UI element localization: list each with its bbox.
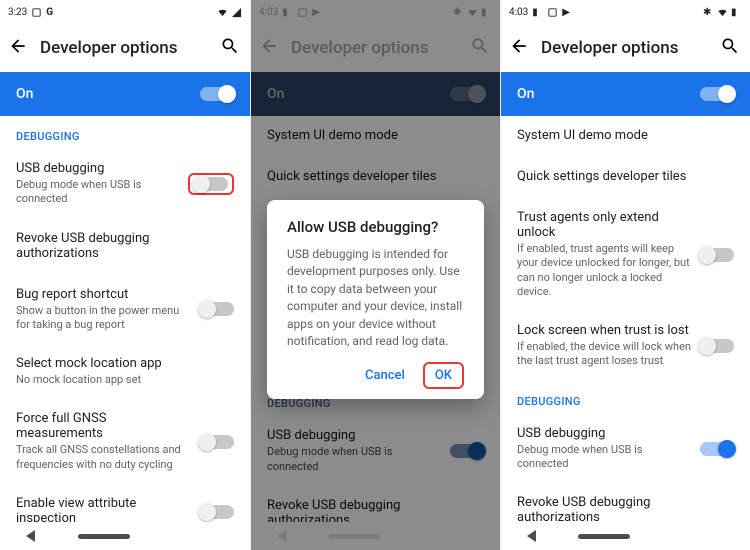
- search-icon[interactable]: [220, 36, 240, 60]
- switch-usb-debugging[interactable]: [700, 442, 734, 456]
- row-demo-mode[interactable]: System UI demo mode: [501, 116, 750, 157]
- nav-back-icon[interactable]: [527, 530, 536, 542]
- master-toggle-label: On: [517, 86, 534, 102]
- battery-icon: ▮: [532, 7, 543, 18]
- row-gnss[interactable]: Force full GNSS measurements Track all G…: [0, 399, 250, 484]
- highlight-usb-toggle: [188, 173, 234, 195]
- row-bug-report-shortcut[interactable]: Bug report shortcut Show a button in the…: [0, 275, 250, 345]
- screenshot-3: 4:03 ▮ ▶ ✱ ▮ Developer options On System…: [500, 0, 750, 550]
- nav-home-pill[interactable]: [578, 534, 630, 539]
- row-view-attr[interactable]: Enable view attribute inspection: [0, 484, 250, 522]
- switch-bug-report[interactable]: [200, 302, 234, 316]
- screenshot-1: 3:23 G Developer options On DEBUGGING US…: [0, 0, 250, 550]
- switch-trust-agents[interactable]: [700, 248, 734, 262]
- back-arrow-icon[interactable]: [8, 36, 28, 60]
- switch-master[interactable]: [200, 87, 234, 101]
- master-toggle-label: On: [16, 86, 33, 102]
- battery-level-icon: ▮: [731, 7, 742, 18]
- switch-view-attr[interactable]: [200, 505, 234, 519]
- cancel-button[interactable]: Cancel: [355, 362, 415, 389]
- master-toggle-bar[interactable]: On: [0, 72, 250, 116]
- play-icon: ▶: [562, 7, 573, 18]
- nav-home-pill[interactable]: [78, 534, 130, 539]
- row-usb-debugging[interactable]: USB debugging Debug mode when USB is con…: [0, 149, 250, 219]
- settings-list[interactable]: System UI demo mode Quick settings devel…: [501, 116, 750, 522]
- switch-lock-trust[interactable]: [700, 339, 734, 353]
- row-trust-agents[interactable]: Trust agents only extend unlock If enabl…: [501, 198, 750, 311]
- dialog-title: Allow USB debugging?: [287, 218, 464, 236]
- app-bar: Developer options: [501, 24, 750, 72]
- signal-icon: [231, 7, 242, 18]
- nav-bar: [501, 522, 750, 550]
- row-qs-dev-tiles[interactable]: Quick settings developer tiles: [501, 157, 750, 198]
- row-usb-debugging[interactable]: USB debugging Debug mode when USB is con…: [501, 414, 750, 484]
- wifi-icon: [217, 7, 228, 18]
- back-arrow-icon[interactable]: [509, 36, 529, 60]
- row-mock-location[interactable]: Select mock location app No mock locatio…: [0, 344, 250, 399]
- row-lock-on-trust-lost[interactable]: Lock screen when trust is lost If enable…: [501, 311, 750, 381]
- nav-back-icon[interactable]: [26, 530, 35, 542]
- ok-button[interactable]: OK: [423, 362, 464, 389]
- dialog-message: USB debugging is intended for developmen…: [287, 246, 464, 350]
- search-icon[interactable]: [720, 36, 740, 60]
- dialog-allow-usb-debugging: Allow USB debugging? USB debugging is in…: [267, 200, 484, 399]
- section-header-debugging: DEBUGGING: [0, 116, 250, 149]
- tab-icon: [31, 7, 42, 18]
- wifi-icon: [717, 7, 728, 18]
- app-bar: Developer options: [0, 24, 250, 72]
- status-bar: 3:23 G: [0, 0, 250, 24]
- switch-usb-debugging[interactable]: [194, 177, 228, 191]
- master-toggle-bar[interactable]: On: [501, 72, 750, 116]
- page-title: Developer options: [40, 38, 177, 58]
- row-revoke-auth[interactable]: Revoke USB debugging authorizations: [0, 219, 250, 275]
- nav-bar: [0, 522, 250, 550]
- status-bar: 4:03 ▮ ▶ ✱ ▮: [501, 0, 750, 24]
- google-g-icon: G: [46, 7, 57, 18]
- switch-master[interactable]: [700, 87, 734, 101]
- tab-icon: [547, 7, 558, 18]
- switch-gnss[interactable]: [200, 435, 234, 449]
- row-revoke-auth[interactable]: Revoke USB debugging authorizations: [501, 483, 750, 522]
- settings-list[interactable]: DEBUGGING USB debugging Debug mode when …: [0, 116, 250, 522]
- status-time: 3:23: [8, 7, 27, 18]
- gear-icon: ✱: [703, 7, 714, 18]
- section-header-debugging: DEBUGGING: [501, 381, 750, 414]
- page-title: Developer options: [541, 38, 678, 58]
- status-time: 4:03: [509, 7, 528, 18]
- screenshot-2: 4:03 ▮ ▶ ✱ ▮ Developer options On System…: [250, 0, 500, 550]
